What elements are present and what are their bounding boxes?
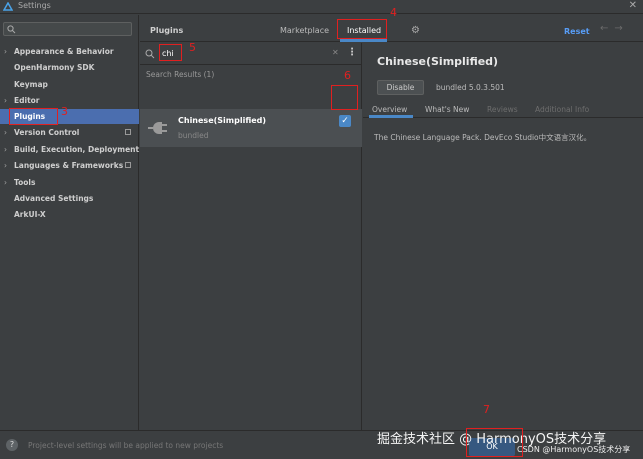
plugin-subtitle: bundled	[178, 131, 209, 140]
forward-arrow-icon[interactable]: →	[614, 23, 628, 34]
annotation-box-checkbox	[331, 85, 358, 110]
plugin-icon	[148, 122, 167, 134]
clear-search-icon[interactable]: ✕	[332, 48, 339, 57]
annotation-box-installed	[337, 19, 387, 39]
tab-whats-new[interactable]: What's New	[425, 105, 469, 114]
sidebar-search-input[interactable]	[3, 22, 132, 36]
chevron-right-icon: ›	[4, 161, 7, 170]
plugin-detail-title: Chinese(Simplified)	[377, 55, 499, 68]
sidebar-item-keymap[interactable]: Keymap	[0, 77, 139, 92]
reset-link[interactable]: Reset	[564, 27, 590, 36]
gear-icon[interactable]: ⚙	[411, 25, 420, 36]
search-icon	[145, 49, 155, 59]
sidebar-item-advanced-settings[interactable]: Advanced Settings	[0, 191, 139, 206]
chevron-right-icon: ›	[4, 178, 7, 187]
plugins-header: Plugins Marketplace Installed ⚙ Reset ←→	[140, 15, 643, 42]
annotation-number-5: 5	[189, 41, 196, 54]
sidebar-item-arkui-x[interactable]: ArkUI-X	[0, 207, 139, 222]
annotation-number-3: 3	[61, 105, 68, 118]
chevron-right-icon: ›	[4, 128, 7, 137]
sidebar-item-tools[interactable]: › Tools	[0, 175, 139, 190]
annotation-box-ok	[466, 428, 523, 457]
plugin-enabled-checkbox[interactable]: ✓	[339, 115, 351, 127]
sidebar-item-openharmony-sdk[interactable]: OpenHarmony SDK	[0, 60, 139, 75]
annotation-number-7: 7	[483, 403, 490, 416]
sidebar-item-editor[interactable]: › Editor	[0, 93, 139, 108]
project-settings-icon	[125, 162, 131, 168]
app-logo-icon	[3, 2, 13, 11]
active-tab-indicator	[369, 115, 413, 118]
plugin-list-item[interactable]: Chinese(Simplified) bundled ✓	[140, 109, 362, 147]
back-arrow-icon[interactable]: ←	[600, 23, 614, 34]
sidebar-item-build-execution[interactable]: › Build, Execution, Deployment	[0, 142, 139, 157]
sidebar-item-languages[interactable]: › Languages & Frameworks	[0, 158, 139, 173]
plugin-detail-panel: Chinese(Simplified) Disable bundled 5.0.…	[363, 43, 643, 430]
annotation-box-plugins	[9, 108, 58, 125]
sidebar-item-version-control[interactable]: › Version Control	[0, 125, 139, 140]
chevron-right-icon: ›	[4, 96, 7, 105]
plugin-name: Chinese(Simplified)	[178, 116, 267, 125]
annotation-number-4: 4	[390, 6, 397, 19]
window-title: Settings	[18, 1, 51, 10]
chevron-right-icon: ›	[4, 47, 7, 56]
chevron-right-icon: ›	[4, 145, 7, 154]
tab-reviews[interactable]: Reviews	[487, 105, 518, 114]
project-settings-icon	[125, 129, 131, 135]
sidebar-item-appearance[interactable]: › Appearance & Behavior	[0, 44, 139, 59]
plugin-description: The Chinese Language Pack. DevEco Studio…	[374, 133, 592, 142]
search-icon	[7, 25, 16, 34]
tab-marketplace[interactable]: Marketplace	[280, 26, 329, 35]
more-options-icon[interactable]: ⋮	[347, 47, 357, 58]
annotation-box-search	[159, 44, 182, 61]
active-tab-indicator	[340, 39, 387, 42]
search-results-count: Search Results (1)	[146, 70, 215, 79]
annotation-number-6: 6	[344, 69, 351, 82]
history-navigation: ←→	[600, 23, 629, 34]
tab-additional-info[interactable]: Additional Info	[535, 105, 589, 114]
plugin-list-panel: chi ✕ ⋮ Search Results (1) Chinese(Simpl…	[140, 43, 362, 430]
close-icon[interactable]: ✕	[629, 0, 637, 11]
disable-button[interactable]: Disable	[377, 80, 424, 95]
bundled-version: bundled 5.0.3.501	[436, 83, 505, 92]
footer-message: Project-level settings will be applied t…	[28, 441, 224, 450]
page-title: Plugins	[150, 26, 184, 35]
tab-overview[interactable]: Overview	[372, 105, 407, 114]
settings-sidebar: › Appearance & Behavior OpenHarmony SDK …	[0, 15, 139, 430]
detail-tabs: Overview What's New Reviews Additional I…	[363, 100, 643, 118]
help-icon[interactable]: ?	[6, 439, 18, 451]
title-bar: Settings ✕	[0, 0, 643, 14]
